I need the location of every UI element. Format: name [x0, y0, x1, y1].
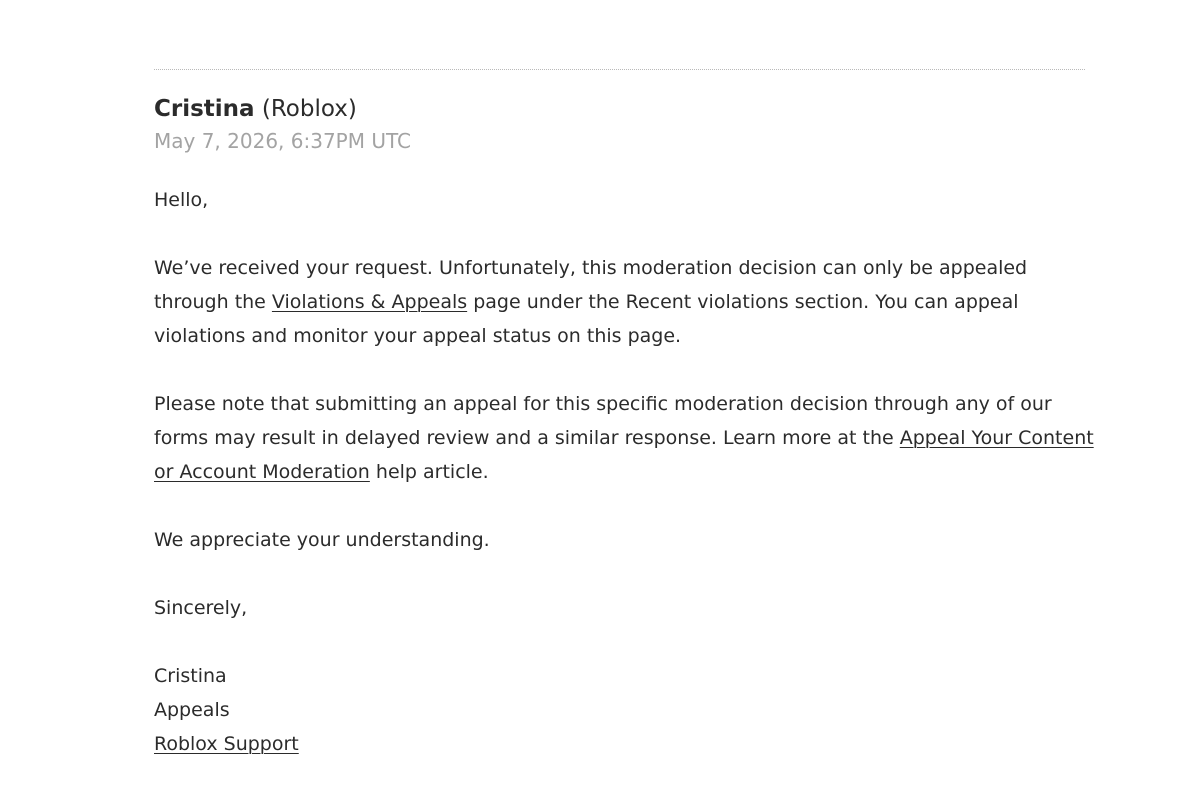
sender-name: Cristina [154, 96, 255, 122]
violations-appeals-link[interactable]: Violations & Appeals [272, 291, 467, 313]
sender-org: (Roblox) [261, 96, 357, 122]
signature-name: Cristina [154, 665, 227, 687]
appeal-moderation-link[interactable]: Appeal Your Content [900, 427, 1094, 449]
paragraph-text: help article. [369, 461, 489, 483]
greeting-text: Hello, [154, 189, 209, 211]
paragraph-line: We’ve received your request. Unfortunate… [154, 257, 1028, 279]
closing-appreciation: We appreciate your understanding. [154, 523, 1094, 557]
message-body: Hello, We’ve received your request. Unfo… [154, 183, 1094, 761]
roblox-support-link[interactable]: Roblox Support [154, 733, 299, 755]
message-divider [154, 69, 1085, 70]
signature: Cristina Appeals Roblox Support [154, 659, 1094, 761]
paragraph-request: We’ve received your request. Unfortunate… [154, 251, 1094, 353]
closing-text: Sincerely, [154, 597, 248, 619]
paragraph-line: violations and monitor your appeal statu… [154, 325, 682, 347]
paragraph-text: page under the Recent violations section… [467, 291, 1019, 313]
paragraph-line: Please note that submitting an appeal fo… [154, 393, 1052, 415]
paragraph-line: forms may result in delayed review and a… [154, 421, 1094, 455]
greeting: Hello, [154, 183, 1094, 217]
paragraph-text: through the [154, 291, 272, 313]
signature-line: Roblox Support [154, 727, 1094, 761]
closing-sincerely: Sincerely, [154, 591, 1094, 625]
paragraph-line: through the Violations & Appeals page un… [154, 285, 1094, 319]
sender-header: Cristina (Roblox) [154, 92, 1094, 126]
paragraph-text: forms may result in delayed review and a… [154, 427, 900, 449]
paragraph-note: Please note that submitting an appeal fo… [154, 387, 1094, 489]
email-message: Cristina (Roblox) May 7, 2026, 6:37PM UT… [154, 92, 1094, 761]
appeal-moderation-link-continued[interactable]: or Account Moderation [154, 461, 370, 483]
closing-text: We appreciate your understanding. [154, 529, 490, 551]
message-timestamp: May 7, 2026, 6:37PM UTC [154, 129, 411, 153]
signature-team: Appeals [154, 699, 230, 721]
paragraph-line: or Account Moderation help article. [154, 455, 1094, 489]
